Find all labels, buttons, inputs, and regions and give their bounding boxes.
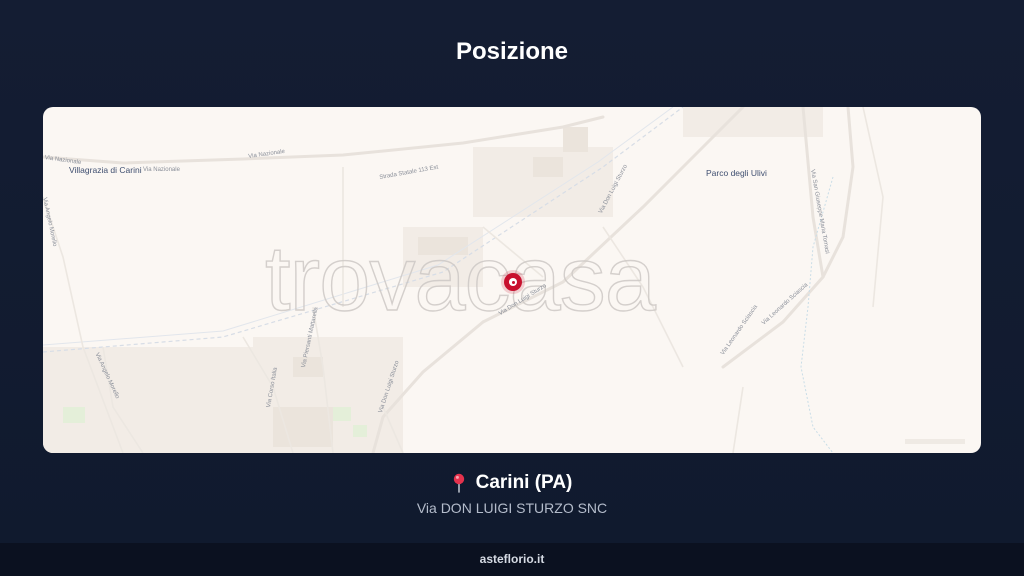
road-label: Via Nazionale [143, 167, 180, 173]
place-label-parco: Parco degli Ulivi [706, 168, 767, 178]
street-address: Via DON LUIGI STURZO SNC [416, 500, 608, 516]
city-name: Carini (PA) [475, 472, 573, 493]
place-label-villagrazia: Villagrazia di Carini [69, 165, 142, 175]
watermark-logo: trovacasa [264, 227, 656, 330]
footer: asteflorio.it [0, 543, 1024, 576]
location-marker[interactable] [504, 273, 522, 291]
round-pushpin-icon [453, 473, 464, 493]
map[interactable]: trovacasa Villagrazia di Carini Parco de… [43, 107, 981, 453]
site-name[interactable]: asteflorio.it [480, 552, 545, 566]
page-title: Posizione [455, 38, 569, 65]
location-heading: Carini (PA) [0, 472, 1024, 494]
